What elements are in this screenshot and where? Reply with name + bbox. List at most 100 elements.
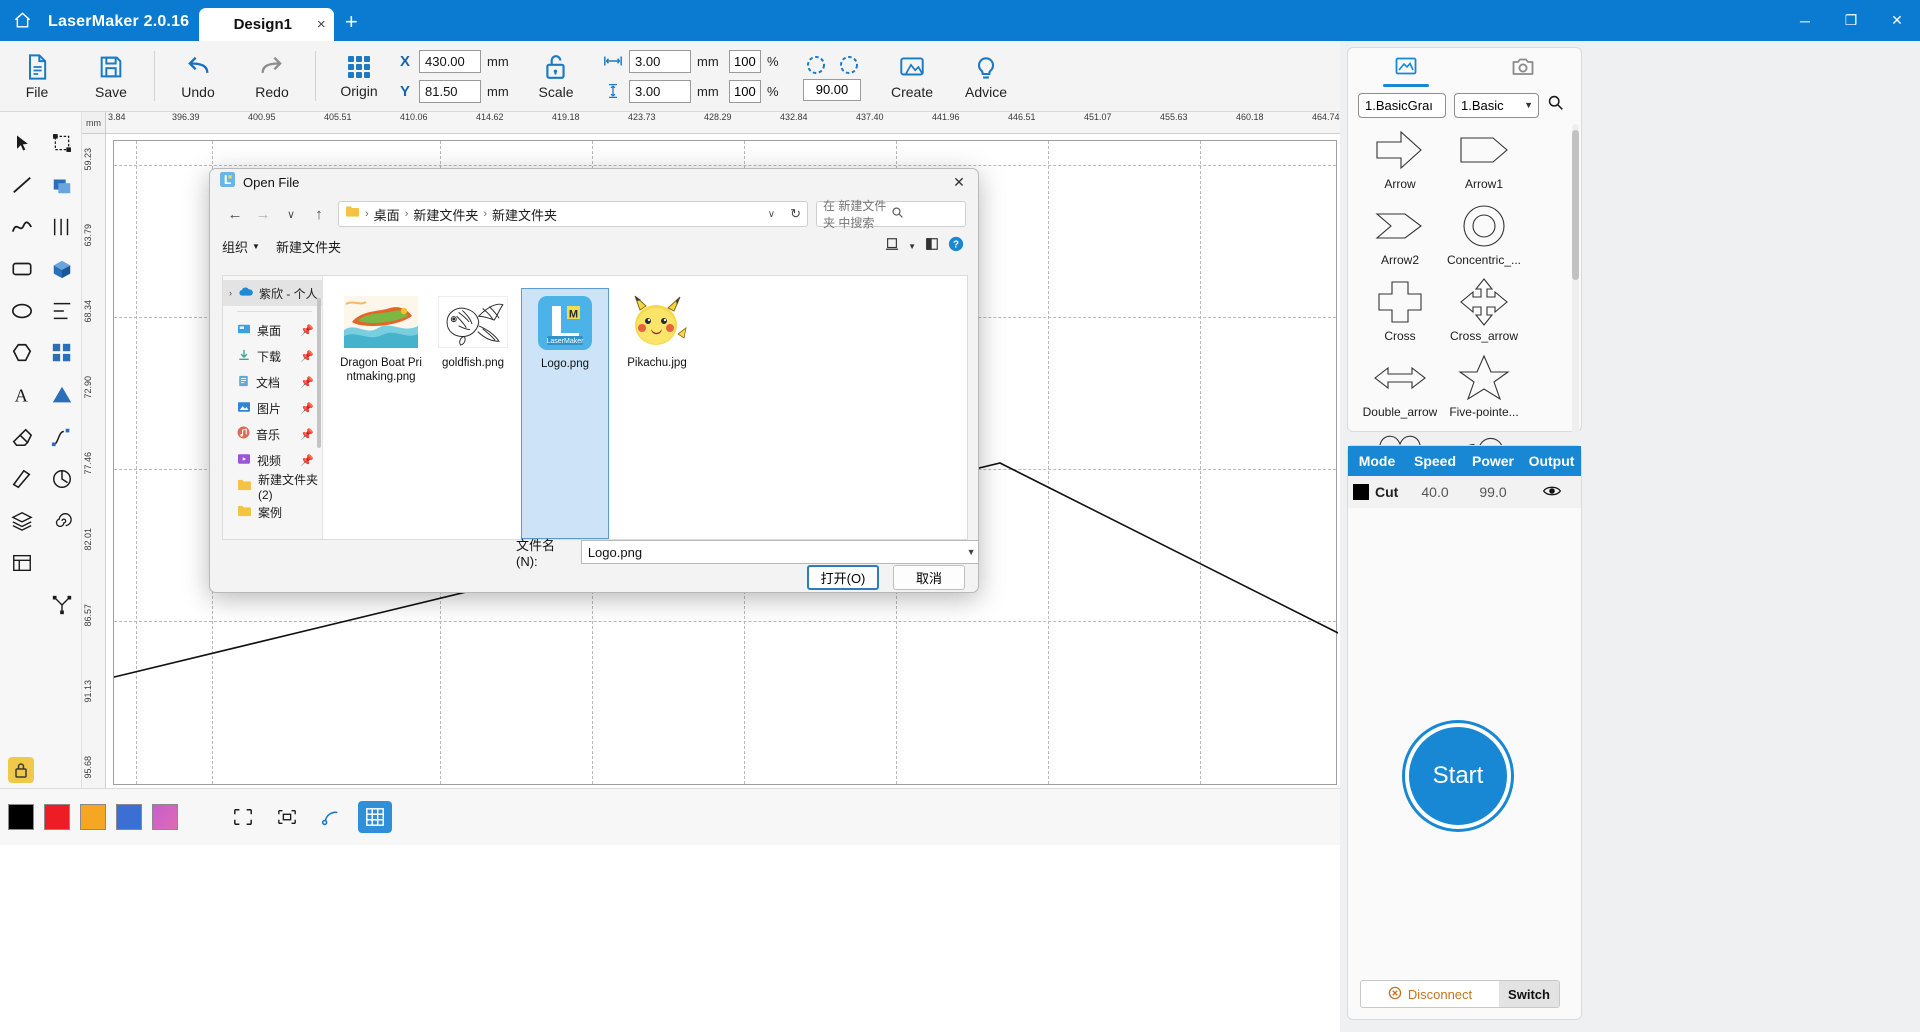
text-tool[interactable]: A: [4, 378, 40, 412]
scale-lock-button[interactable]: Scale: [519, 41, 593, 112]
align-tool[interactable]: [44, 294, 80, 328]
height-input[interactable]: 3.00: [629, 79, 691, 103]
eye-icon[interactable]: [1522, 484, 1581, 501]
height-percent-input[interactable]: 100: [729, 79, 761, 103]
measure-icon[interactable]: [314, 801, 348, 833]
switch-button[interactable]: Switch: [1499, 981, 1559, 1007]
file-button[interactable]: File: [0, 41, 74, 112]
preview-icon[interactable]: [270, 801, 304, 833]
new-folder-button[interactable]: 新建文件夹: [276, 237, 341, 256]
eraser-tool[interactable]: [4, 420, 40, 454]
cube-tool[interactable]: [44, 252, 80, 286]
x-input[interactable]: 430.00: [419, 49, 481, 73]
start-button[interactable]: Start: [1405, 723, 1511, 829]
origin-button[interactable]: Origin: [322, 41, 396, 112]
disconnect-button[interactable]: Disconnect: [1361, 981, 1499, 1007]
breadcrumb-item-0[interactable]: 桌面: [374, 205, 400, 224]
category-select-2[interactable]: 1.Basic ▼: [1454, 92, 1539, 118]
vertical-ruler[interactable]: 59.23 63.79 68.34 72.90 77.46 82.01 86.5…: [82, 134, 106, 788]
refresh-icon[interactable]: ↻: [790, 206, 801, 222]
scrollbar-thumb[interactable]: [1572, 130, 1579, 280]
breadcrumb-item-1[interactable]: 新建文件夹: [413, 205, 478, 224]
sidebar-item-pictures[interactable]: 图片 📌: [223, 395, 322, 421]
curve-tool[interactable]: [4, 210, 40, 244]
home-icon[interactable]: [0, 0, 44, 41]
tab-image-library[interactable]: [1348, 48, 1465, 90]
table-row[interactable]: Cut 40.0 99.0: [1348, 476, 1581, 508]
cancel-button[interactable]: 取消: [893, 565, 965, 590]
redo-button[interactable]: Redo: [235, 41, 309, 112]
color-swatch-blue[interactable]: [116, 804, 142, 830]
lock-icon[interactable]: [8, 757, 34, 783]
forward-icon[interactable]: →: [250, 201, 276, 227]
open-button[interactable]: 打开(O): [807, 565, 879, 590]
measure-tool[interactable]: [44, 462, 80, 496]
layer-color-swatch[interactable]: [1353, 484, 1369, 500]
shape-item-arrow1[interactable]: Arrow1: [1442, 124, 1526, 200]
maximize-icon[interactable]: ❐: [1828, 0, 1874, 41]
line-divider-tool[interactable]: [44, 210, 80, 244]
new-tab-button[interactable]: +: [334, 9, 368, 41]
sidebar-item-music[interactable]: 音乐 📌: [223, 421, 322, 447]
document-tab-design1[interactable]: Design1 ×: [199, 8, 335, 41]
shape-item-cross[interactable]: Cross: [1358, 276, 1442, 352]
rotation-input[interactable]: 90.00: [803, 78, 861, 101]
expander-icon[interactable]: ›: [229, 288, 232, 298]
ellipse-tool[interactable]: [4, 294, 40, 328]
tab-camera[interactable]: [1465, 48, 1582, 90]
create-button[interactable]: Create: [875, 41, 949, 112]
help-icon[interactable]: ?: [948, 236, 964, 257]
file-item-dragon-boat[interactable]: Dragon Boat Printmaking.png: [337, 288, 425, 539]
minimize-icon[interactable]: ─: [1782, 0, 1828, 41]
search-input[interactable]: 在 新建文件夹 中搜索: [816, 199, 966, 230]
sidebar-item-cases[interactable]: 案例: [223, 499, 322, 525]
organize-button[interactable]: 组织 ▼: [222, 237, 260, 256]
sidebar-item-new-folder-2[interactable]: 新建文件夹 (2): [223, 473, 322, 502]
knife-tool[interactable]: [4, 462, 40, 496]
sidebar-scrollbar-thumb[interactable]: [317, 298, 321, 448]
view-options-icon[interactable]: [885, 237, 899, 256]
color-swatch-red[interactable]: [44, 804, 70, 830]
pin-icon[interactable]: 📌: [300, 428, 314, 441]
color-swatch-orange[interactable]: [80, 804, 106, 830]
spiral-tool[interactable]: [44, 504, 80, 538]
select-tool[interactable]: [4, 126, 40, 160]
line-tool[interactable]: [4, 168, 40, 202]
table-tool[interactable]: [4, 546, 40, 580]
y-input[interactable]: 81.50: [419, 79, 481, 103]
pin-icon[interactable]: 📌: [300, 350, 314, 363]
color-swatch-black[interactable]: [8, 804, 34, 830]
breadcrumb-item-2[interactable]: 新建文件夹: [492, 205, 557, 224]
layers-tool[interactable]: [4, 504, 40, 538]
breadcrumb-dropdown-icon[interactable]: ∨: [768, 209, 775, 220]
layer-speed[interactable]: 40.0: [1406, 484, 1464, 500]
up-icon[interactable]: ↑: [306, 201, 332, 227]
filename-input[interactable]: Logo.png ▼: [580, 540, 978, 564]
pin-icon[interactable]: 📌: [300, 376, 314, 389]
breadcrumb[interactable]: › 桌面 › 新建文件夹 › 新建文件夹 ∨ ↻: [338, 201, 808, 227]
shape-item-cross-arrow[interactable]: Cross_arrow: [1442, 276, 1526, 352]
sidebar-item-documents[interactable]: 文档 📌: [223, 369, 322, 395]
color-swatch-gradient[interactable]: [152, 804, 178, 830]
triangle-tool[interactable]: [44, 378, 80, 412]
sidebar-item-downloads[interactable]: 下载 📌: [223, 343, 322, 369]
frame-icon[interactable]: [226, 801, 260, 833]
sidebar-item-desktop[interactable]: 桌面 📌: [223, 317, 322, 343]
save-button[interactable]: Save: [74, 41, 148, 112]
file-item-logo[interactable]: M LaserMaker Logo.png: [521, 288, 609, 539]
polygon-tool[interactable]: [4, 336, 40, 370]
node-star-tool[interactable]: [44, 588, 80, 622]
undo-button[interactable]: Undo: [161, 41, 235, 112]
file-list[interactable]: Dragon Boat Printmaking.png goldfish.png…: [323, 276, 967, 539]
recent-locations-icon[interactable]: ∨: [278, 201, 304, 227]
shape-item-arrow2[interactable]: Arrow2: [1358, 200, 1442, 276]
rectangle-fill-tool[interactable]: [44, 168, 80, 202]
node-curve-tool[interactable]: [44, 420, 80, 454]
shape-item-concentric[interactable]: Concentric_...: [1442, 200, 1526, 276]
chevron-down-icon[interactable]: ▼: [967, 547, 976, 557]
grid-array-tool[interactable]: [44, 336, 80, 370]
file-item-pikachu[interactable]: Pikachu.jpg: [613, 288, 701, 539]
pin-icon[interactable]: 📌: [300, 324, 314, 337]
sidebar-item-onedrive[interactable]: › 紫欣 - 个人: [223, 280, 322, 306]
chevron-down-icon[interactable]: ▼: [908, 242, 916, 251]
